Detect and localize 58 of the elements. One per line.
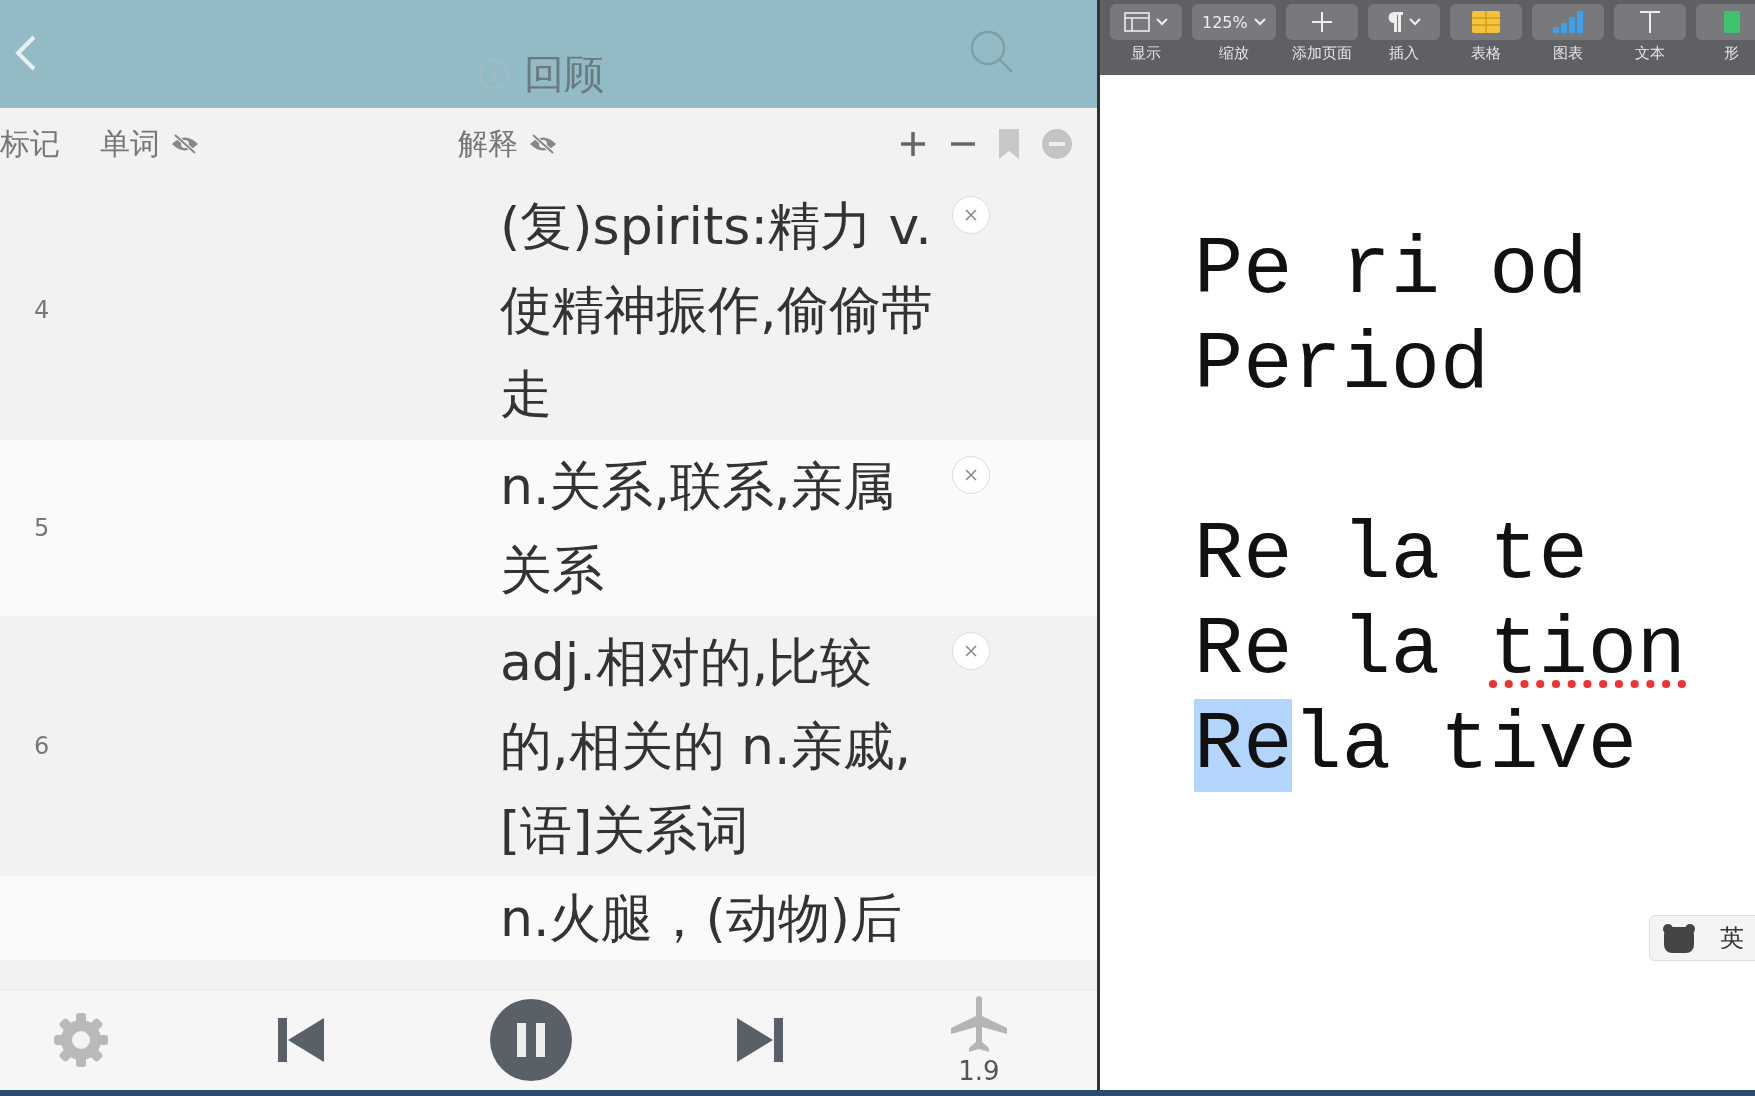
row-number: 4 xyxy=(33,296,51,324)
bar-chart-icon xyxy=(1552,11,1583,33)
toolbar-button[interactable] xyxy=(1449,4,1522,40)
delete-button[interactable] xyxy=(952,456,990,494)
speed-label: 1.9 xyxy=(958,1056,1000,1086)
toolbar-label: 缩放 xyxy=(1218,44,1249,63)
close-icon[interactable] xyxy=(965,469,977,481)
toolbar-label: 显示 xyxy=(1131,44,1161,63)
input-language[interactable]: 英 xyxy=(1720,922,1744,954)
column-header[interactable]: 解释 xyxy=(458,123,518,165)
plus-icon xyxy=(1311,12,1332,32)
document-text: la tive xyxy=(1292,699,1637,792)
toolbar-label: 表格 xyxy=(1470,44,1501,63)
toolbar-label: 插入 xyxy=(1388,44,1419,63)
toolbar-button[interactable] xyxy=(1110,4,1182,40)
toolbar-button[interactable] xyxy=(1285,4,1358,40)
eye-slash-icon[interactable] xyxy=(528,133,558,155)
chevron-down-icon xyxy=(1408,18,1421,26)
document-text: Re xyxy=(1194,699,1293,792)
square-icon xyxy=(1723,11,1740,33)
toolbar-label: 图表 xyxy=(1552,44,1583,63)
toolbar-button[interactable] xyxy=(1695,4,1755,40)
back-icon[interactable] xyxy=(14,33,38,73)
toolbar-button[interactable] xyxy=(1367,4,1440,40)
toolbar-label: 形 xyxy=(1724,44,1740,63)
sidebar-layout-icon xyxy=(1124,12,1150,32)
document-text: Pe ri od xyxy=(1194,224,1588,317)
bear-logo-icon[interactable] xyxy=(1662,923,1696,953)
airplane-icon[interactable] xyxy=(949,994,1009,1054)
eye-slash-icon[interactable] xyxy=(170,133,200,155)
toolbar-button[interactable]: 125% xyxy=(1192,4,1276,40)
skip-back-icon[interactable] xyxy=(277,1016,324,1064)
chevron-down-icon xyxy=(1156,18,1168,26)
delete-button[interactable] xyxy=(952,632,990,670)
definition-text: n.火腿，(动物)后 xyxy=(500,887,904,950)
document-text: Period xyxy=(1194,319,1490,412)
chevron-down-icon xyxy=(1253,18,1266,26)
toolbar-label: 文本 xyxy=(1634,44,1665,63)
close-icon[interactable] xyxy=(965,209,977,221)
screen-title: 回顾 xyxy=(524,52,604,96)
pilcrow-icon xyxy=(1386,12,1403,32)
document-text: tion xyxy=(1489,604,1687,697)
column-header[interactable]: 单词 xyxy=(100,123,160,165)
document-text: Re la te xyxy=(1194,509,1588,602)
row-number: 6 xyxy=(33,732,51,760)
table-icon xyxy=(1471,11,1500,33)
toolbar-button[interactable] xyxy=(1613,4,1686,40)
toolbar-button[interactable] xyxy=(1531,4,1604,40)
skip-forward-icon[interactable] xyxy=(737,1016,784,1064)
close-icon[interactable] xyxy=(965,645,977,657)
plus-icon[interactable] xyxy=(899,130,927,158)
column-header[interactable]: 标记 xyxy=(0,123,60,165)
row-number: 5 xyxy=(33,514,51,542)
pause-icon xyxy=(516,1023,545,1057)
delete-button[interactable] xyxy=(952,196,990,234)
text-icon xyxy=(1639,11,1660,33)
toolbar-label: 添加页面 xyxy=(1291,44,1352,63)
document-text: Re la xyxy=(1194,604,1442,697)
